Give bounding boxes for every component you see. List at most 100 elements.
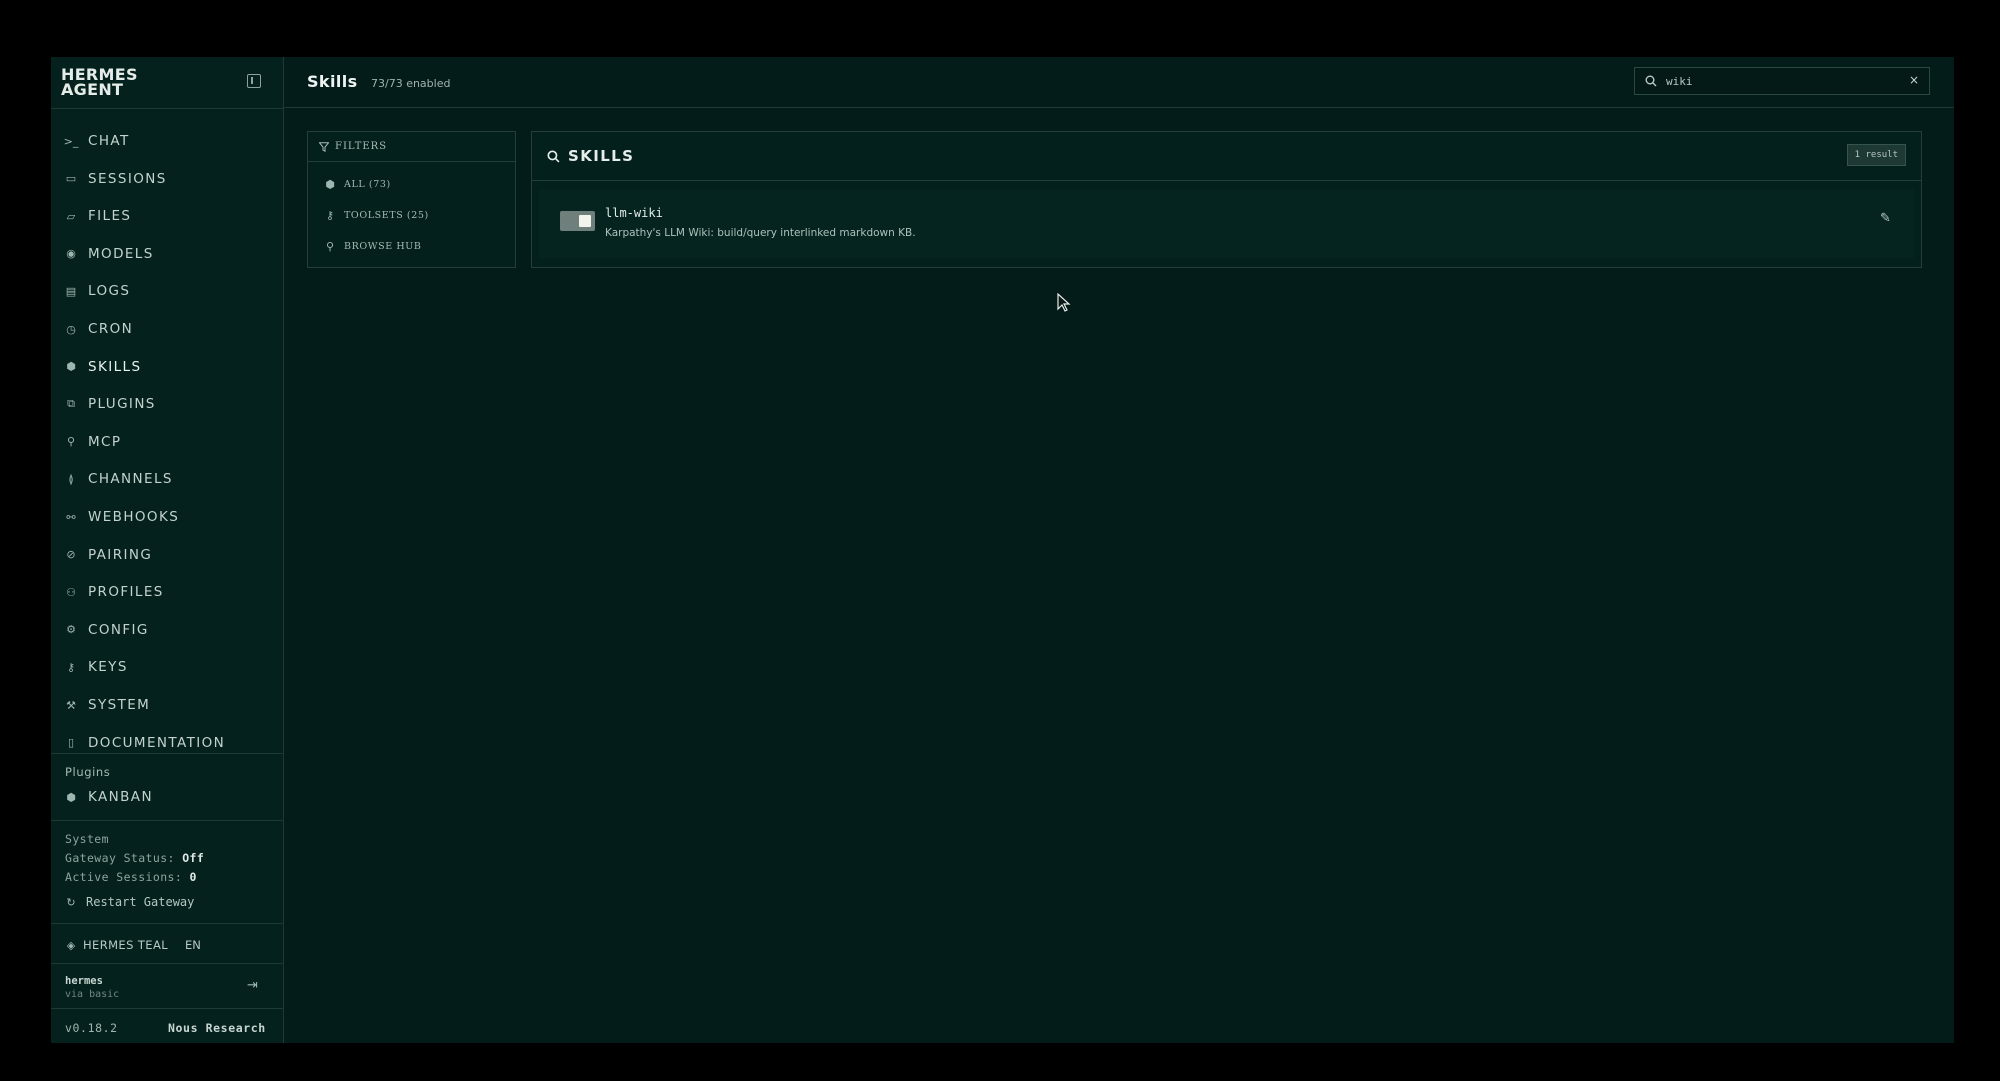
divider [51, 820, 284, 821]
search-box[interactable]: × [1634, 67, 1930, 95]
sidebar-item-keys[interactable]: ⚷ KEYS [51, 649, 284, 685]
enabled-count: 73/73 enabled [371, 77, 451, 90]
sidebar-item-sessions[interactable]: ▭ SESSIONS [51, 161, 284, 197]
sidebar-item-mcp[interactable]: ⚲ MCP [51, 424, 284, 460]
search-icon [547, 149, 560, 162]
sidebar-item-files[interactable]: ▱ FILES [51, 198, 284, 234]
sidebar-item-label: KANBAN [88, 789, 153, 805]
app-window: HERMES AGENT >_ CHAT ▭ SESSIONS ▱ FILES ◉ MODEL… [51, 57, 1954, 1043]
brand-line-2: AGENT [61, 80, 124, 99]
sidebar-item-profiles[interactable]: ⚇ PROFILES [51, 574, 284, 610]
system-section-label: System [65, 832, 109, 846]
sidebar-item-cron[interactable]: ◷ CRON [51, 311, 284, 347]
sidebar-item-label: PAIRING [88, 546, 153, 563]
active-sessions-value: 0 [189, 870, 197, 884]
active-sessions-label: Active Sessions: [65, 870, 183, 884]
plugins-icon: ⧉ [67, 397, 75, 411]
sidebar-collapse-icon[interactable] [247, 74, 261, 88]
sidebar-item-kanban[interactable]: ⬢ KANBAN [51, 779, 284, 815]
theme-switcher[interactable]: ◈ HERMES TEAL [65, 938, 168, 952]
brand-logo[interactable]: HERMES AGENT [61, 67, 151, 99]
restart-gateway-button[interactable]: ↻ Restart Gateway [65, 895, 194, 909]
sidebar-item-label: CONFIG [88, 621, 149, 638]
sidebar: HERMES AGENT >_ CHAT ▭ SESSIONS ▱ FILES ◉ MODEL… [51, 57, 284, 1043]
divider [51, 1008, 284, 1009]
skills-icon: ⬢ [66, 360, 76, 374]
sidebar-item-label: WEBHOOKS [88, 509, 180, 525]
search-input[interactable] [1666, 74, 1886, 88]
pairing-icon: ⊘ [66, 548, 76, 562]
search-icon [1645, 75, 1657, 87]
skills-panel: SKILLS 1 result llm-wiki Karpathy's LLM … [531, 131, 1922, 268]
filters-panel: FILTERS ⬢ ALL (73) ⚷ TOOLSETS (25) ⚲ BRO… [307, 131, 516, 268]
theme-label: HERMES TEAL [83, 938, 169, 952]
sidebar-item-webhooks[interactable]: ⚯ WEBHOOKS [51, 499, 284, 535]
filter-label: TOOLSETS (25) [344, 209, 429, 221]
filter-all[interactable]: ⬢ ALL (73) [324, 177, 391, 191]
restart-gateway-label: Restart Gateway [86, 895, 195, 909]
palette-icon: ◈ [66, 938, 76, 952]
logout-icon[interactable]: ⇥ [247, 978, 258, 993]
divider [51, 108, 284, 109]
clear-search-icon[interactable]: × [1909, 73, 1919, 87]
sidebar-item-label: DOCUMENTATION [88, 734, 226, 751]
divider [51, 923, 284, 924]
sidebar-item-models[interactable]: ◉ MODELS [51, 236, 284, 272]
models-icon: ◉ [66, 247, 76, 261]
filter-icon [319, 141, 329, 152]
sidebar-item-config[interactable]: ⚙ CONFIG [51, 612, 284, 648]
gateway-status: Gateway Status: Off [65, 851, 204, 865]
mcp-icon: ⚲ [66, 435, 76, 449]
skill-description: Karpathy's LLM Wiki: build/query interli… [605, 227, 916, 239]
sidebar-item-chat[interactable]: >_ CHAT [51, 123, 284, 159]
sidebar-item-label: PROFILES [88, 584, 164, 601]
cron-icon: ◷ [66, 322, 76, 336]
wrench-icon: ⚷ [325, 208, 335, 222]
sidebar-item-label: SYSTEM [88, 697, 151, 713]
skill-enable-toggle[interactable] [560, 211, 595, 231]
divider [51, 963, 284, 964]
sidebar-item-label: CHAT [88, 133, 130, 149]
skills-title: SKILLS [568, 147, 635, 165]
keys-icon: ⚷ [66, 660, 76, 674]
system-icon: ⚒ [66, 698, 76, 712]
sidebar-item-channels[interactable]: ≬ CHANNELS [51, 461, 284, 497]
active-sessions: Active Sessions: 0 [65, 870, 197, 884]
user-name: hermes [65, 975, 103, 987]
sidebar-item-documentation[interactable]: ▯ DOCUMENTATION [51, 725, 284, 761]
filters-title: FILTERS [335, 141, 388, 152]
filter-toolsets[interactable]: ⚷ TOOLSETS (25) [324, 208, 429, 222]
edit-pencil-icon[interactable]: ✎ [1880, 211, 1891, 226]
language-switcher[interactable]: EN [185, 938, 201, 952]
org-link[interactable]: Nous Research [168, 1021, 266, 1035]
filters-header: FILTERS [308, 132, 515, 162]
filter-label: BROWSE HUB [344, 240, 422, 252]
toggle-knob [579, 215, 591, 227]
page-header: Skills 73/73 enabled × [284, 57, 1954, 108]
webhooks-icon: ⚯ [66, 510, 76, 524]
sidebar-item-label: CHANNELS [88, 471, 173, 488]
documentation-icon: ▯ [67, 736, 75, 750]
channels-icon: ≬ [68, 472, 74, 486]
plugins-section-label: Plugins [65, 765, 111, 779]
sidebar-item-plugins[interactable]: ⧉ PLUGINS [51, 386, 284, 422]
refresh-icon: ↻ [66, 895, 76, 909]
chat-icon: >_ [63, 134, 79, 148]
filter-browse-hub[interactable]: ⚲ BROWSE HUB [324, 240, 422, 253]
skill-row[interactable]: llm-wiki Karpathy's LLM Wiki: build/quer… [539, 189, 1914, 258]
sidebar-item-pairing[interactable]: ⊘ PAIRING [51, 537, 284, 573]
filter-label: ALL (73) [344, 178, 391, 190]
sidebar-item-label: CRON [88, 321, 134, 337]
sidebar-item-logs[interactable]: ▤ LOGS [51, 273, 284, 309]
sidebar-item-system[interactable]: ⚒ SYSTEM [51, 687, 284, 723]
sidebar-item-label: MCP [88, 433, 122, 450]
sidebar-item-label: PLUGINS [88, 396, 156, 413]
version-label: v0.18.2 [65, 1021, 118, 1035]
package-icon: ⬢ [325, 177, 335, 191]
files-icon: ▱ [66, 209, 76, 223]
skills-header: SKILLS [532, 132, 1921, 181]
sidebar-item-skills[interactable]: ⬢ SKILLS [51, 349, 284, 385]
user-auth-method: via basic [65, 989, 120, 1000]
sessions-icon: ▭ [65, 172, 77, 186]
skill-name: llm-wiki [605, 206, 663, 220]
